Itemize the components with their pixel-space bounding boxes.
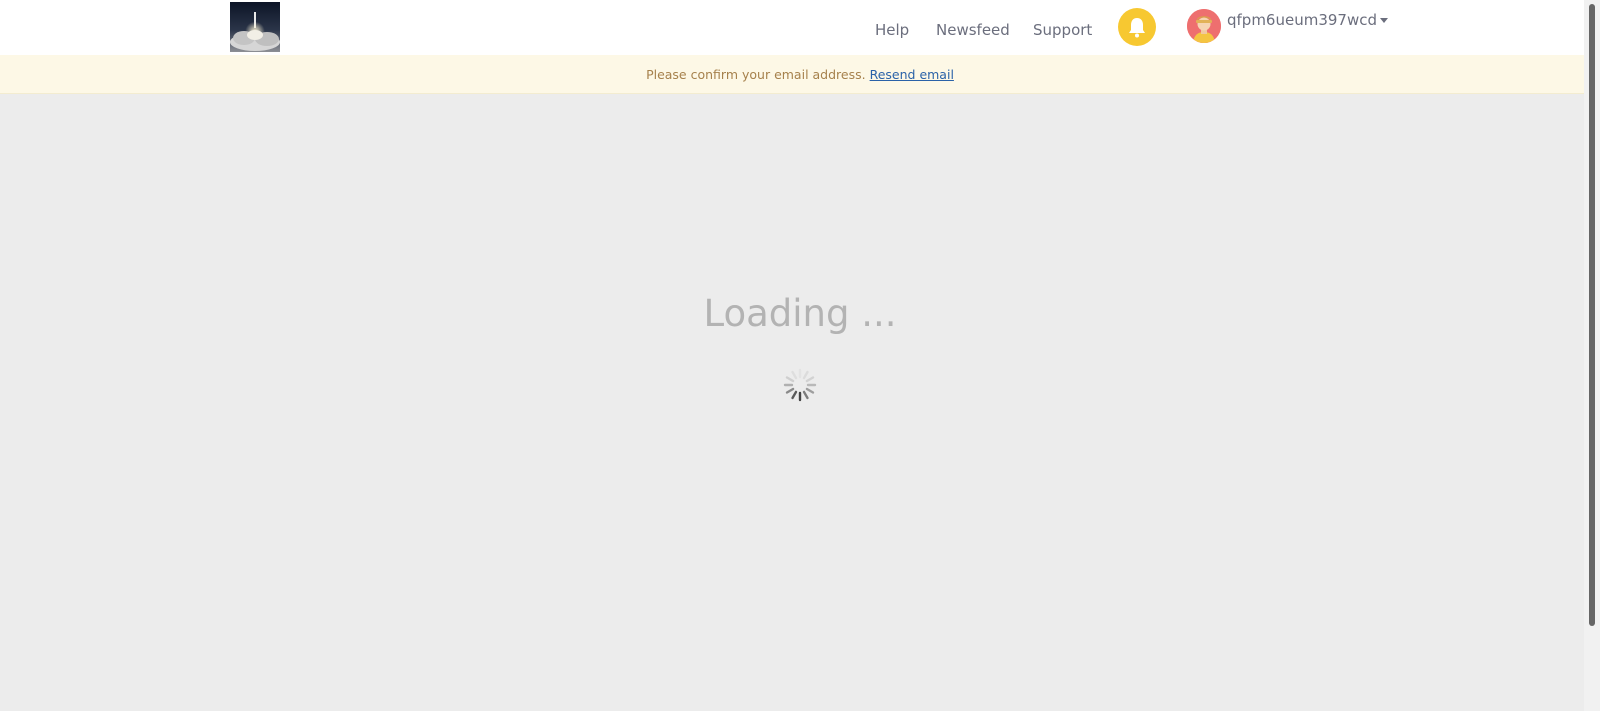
nav-support-link[interactable]: Support xyxy=(1033,0,1092,60)
nav-help-link[interactable]: Help xyxy=(875,0,909,60)
top-navbar: Help Newsfeed Support qfpm6ueum397wcd xyxy=(0,0,1600,55)
site-logo[interactable] xyxy=(230,2,280,52)
resend-email-link[interactable]: Resend email xyxy=(870,67,954,82)
caret-down-icon[interactable] xyxy=(1380,17,1388,23)
banner-message: Please confirm your email address. xyxy=(646,66,866,82)
notifications-button[interactable] xyxy=(1118,8,1156,46)
email-confirmation-banner: Please confirm your email address. Resen… xyxy=(0,55,1600,94)
user-avatar[interactable] xyxy=(1187,9,1221,43)
loading-text: Loading ... xyxy=(703,292,897,335)
vertical-scrollbar[interactable] xyxy=(1584,0,1600,711)
avatar-icon xyxy=(1187,9,1221,43)
rocket-launch-logo xyxy=(230,2,280,52)
username-label[interactable]: qfpm6ueum397wcd xyxy=(1227,11,1377,29)
loading-spinner-icon xyxy=(783,368,817,402)
app-page: Help Newsfeed Support qfpm6ueum397wcd Pl… xyxy=(0,0,1600,711)
bell-icon xyxy=(1129,18,1145,38)
user-menu[interactable]: qfpm6ueum397wcd xyxy=(1187,8,1388,44)
nav-newsfeed-link[interactable]: Newsfeed xyxy=(936,0,1010,60)
scrollbar-thumb[interactable] xyxy=(1589,4,1595,626)
